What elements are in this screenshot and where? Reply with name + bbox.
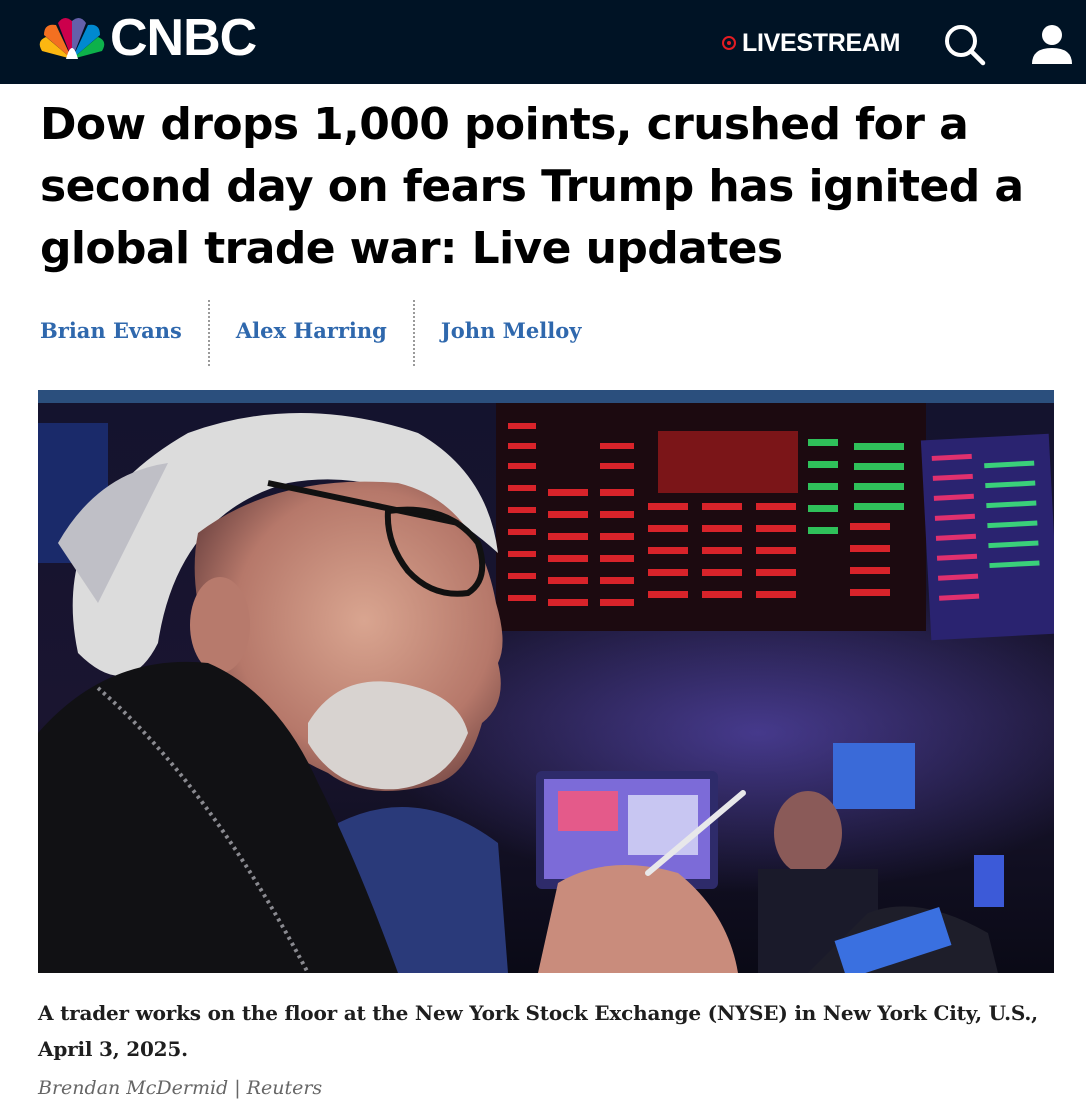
article-headline: Dow drops 1,000 points, crushed for a se… — [40, 99, 1024, 274]
logo-wordmark: CNBC — [110, 9, 257, 67]
top-navigation-bar: CNBC LIVESTREAM — [0, 0, 1086, 84]
trader-on-nyse-floor-photo — [38, 403, 1054, 973]
image-accent-bar — [38, 390, 1054, 403]
livestream-label: LIVESTREAM — [742, 28, 901, 57]
image-caption: A trader works on the floor at the New Y… — [38, 1001, 1038, 1061]
search-button[interactable] — [940, 20, 988, 68]
byline-divider — [207, 300, 210, 366]
cnbc-logo-link[interactable]: CNBC — [36, 9, 257, 67]
live-dot-icon — [722, 36, 736, 50]
author-link[interactable]: Alex Harring — [236, 300, 387, 366]
peacock-logo-icon — [39, 17, 105, 59]
livestream-link[interactable]: LIVESTREAM — [722, 26, 900, 60]
author-link[interactable]: Brian Evans — [40, 300, 182, 366]
image-credit: Brendan McDermid | Reuters — [38, 1077, 323, 1099]
byline-divider — [412, 300, 415, 366]
account-button[interactable] — [1028, 20, 1076, 68]
search-icon — [945, 25, 986, 66]
author-bylines: Brian Evans Alex Harring John Melloy — [40, 300, 581, 366]
author-link[interactable]: John Melloy — [441, 300, 582, 366]
user-icon — [1032, 25, 1072, 64]
